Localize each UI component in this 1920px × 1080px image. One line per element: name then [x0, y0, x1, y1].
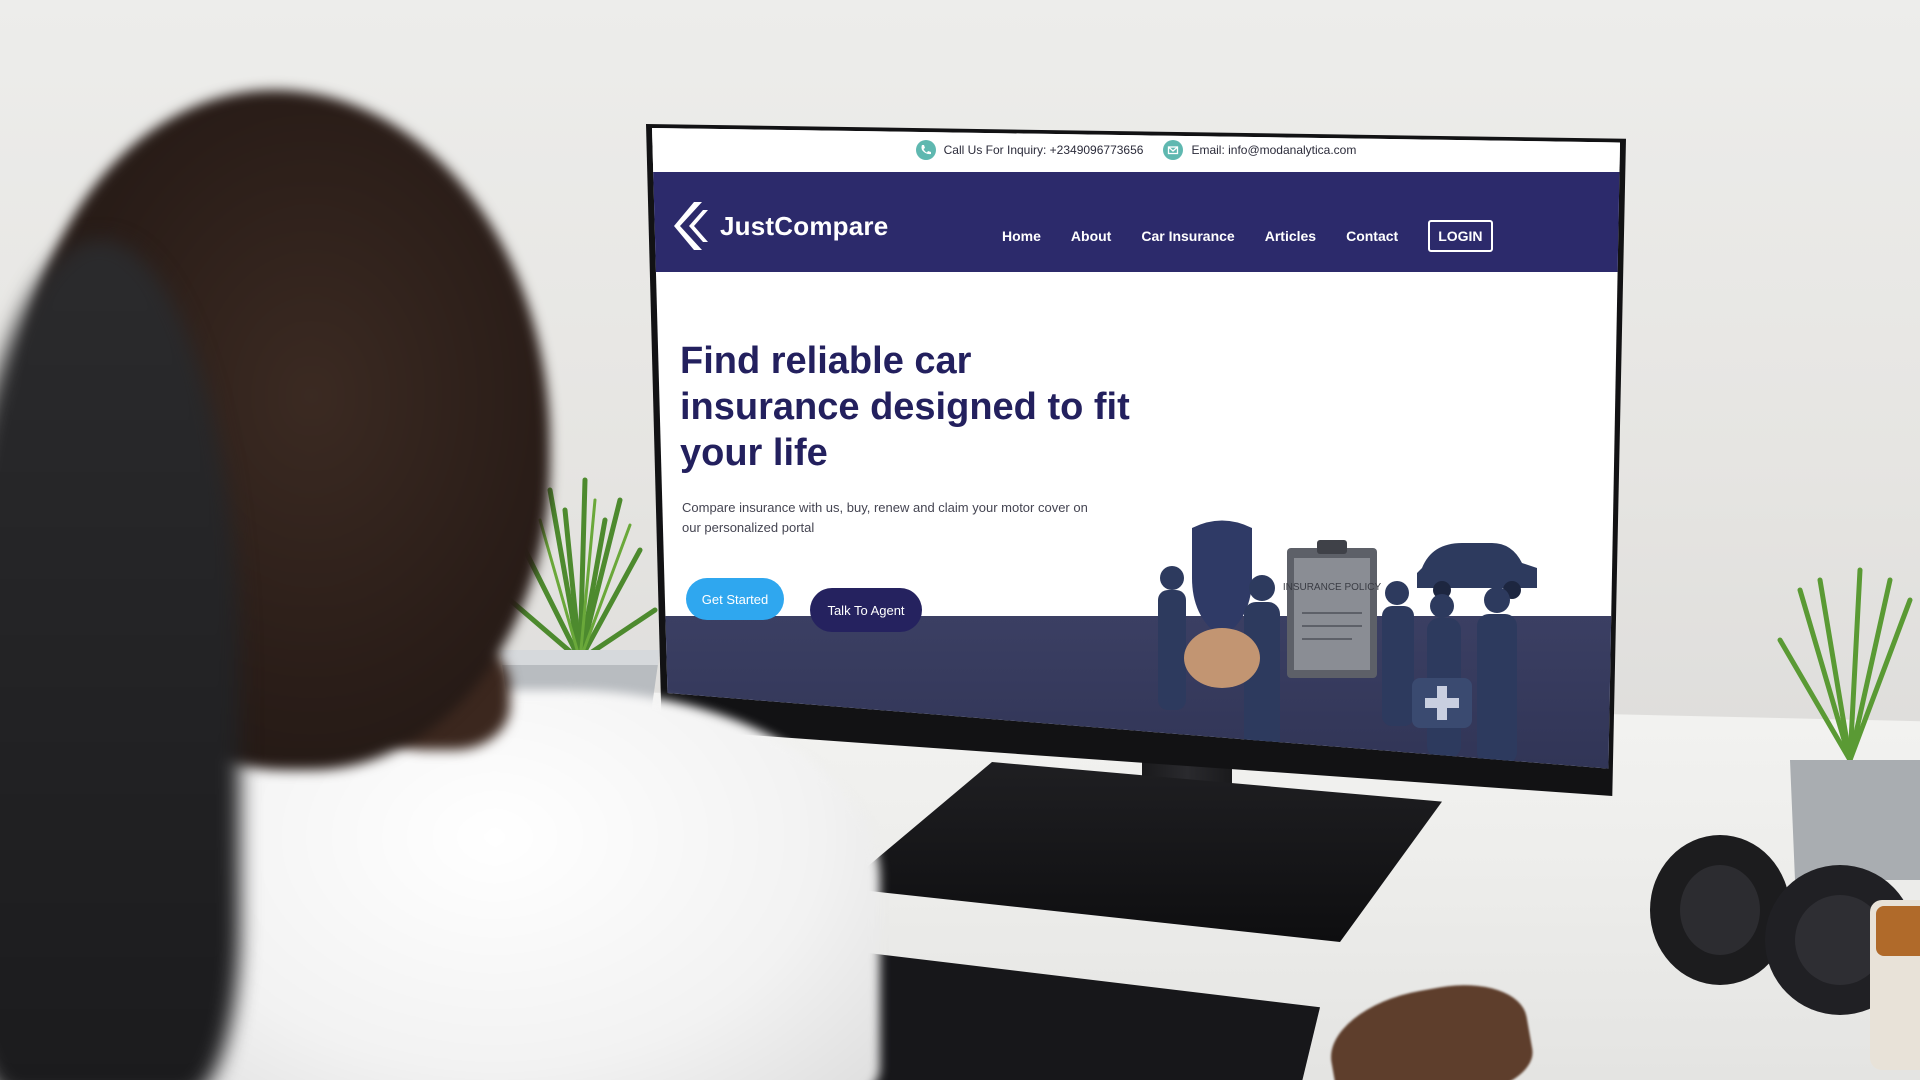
monitor-screen: Call Us For Inquiry: +2349096773656 Emai…: [652, 128, 1620, 769]
car-icon: [1417, 543, 1537, 588]
email-label: Email: info@modanalytica.com: [1191, 143, 1357, 157]
email-contact[interactable]: Email: info@modanalytica.com: [1163, 140, 1356, 160]
phone-icon: [915, 140, 936, 160]
tea-mug: [1870, 900, 1920, 1070]
phone-contact[interactable]: Call Us For Inquiry: +2349096773656: [915, 140, 1144, 160]
shield-icon: [1192, 520, 1252, 638]
nav-item-home[interactable]: Home: [1002, 228, 1041, 244]
hero-title: Find reliable car insurance designed to …: [680, 340, 1130, 474]
talk-to-agent-button[interactable]: Talk To Agent: [810, 588, 922, 632]
login-button[interactable]: LOGIN: [1428, 220, 1493, 252]
brand-logo[interactable]: JustCompare: [672, 200, 888, 252]
nav-item-car-insurance[interactable]: Car Insurance: [1141, 228, 1234, 244]
mail-icon: [1163, 140, 1184, 160]
nav-links: Home About Car Insurance Articles Contac…: [1002, 220, 1493, 252]
hero-subtitle: Compare insurance with us, buy, renew an…: [682, 500, 1088, 535]
brand-name: JustCompare: [720, 210, 889, 241]
nav-item-articles[interactable]: Articles: [1265, 228, 1316, 244]
get-started-button[interactable]: Get Started: [686, 578, 784, 620]
phone-label: Call Us For Inquiry: +2349096773656: [943, 143, 1144, 157]
double-chevron-logo-icon: [674, 202, 708, 250]
photo-scene: Call Us For Inquiry: +2349096773656 Emai…: [0, 0, 1920, 1080]
nav-item-about[interactable]: About: [1071, 228, 1111, 244]
nav-item-contact[interactable]: Contact: [1346, 228, 1398, 244]
piggy-bank-icon: [1184, 628, 1260, 688]
policy-label: INSURANCE POLICY: [1283, 582, 1382, 593]
main-navbar: JustCompare Home About Car Insurance Art…: [652, 172, 1620, 272]
